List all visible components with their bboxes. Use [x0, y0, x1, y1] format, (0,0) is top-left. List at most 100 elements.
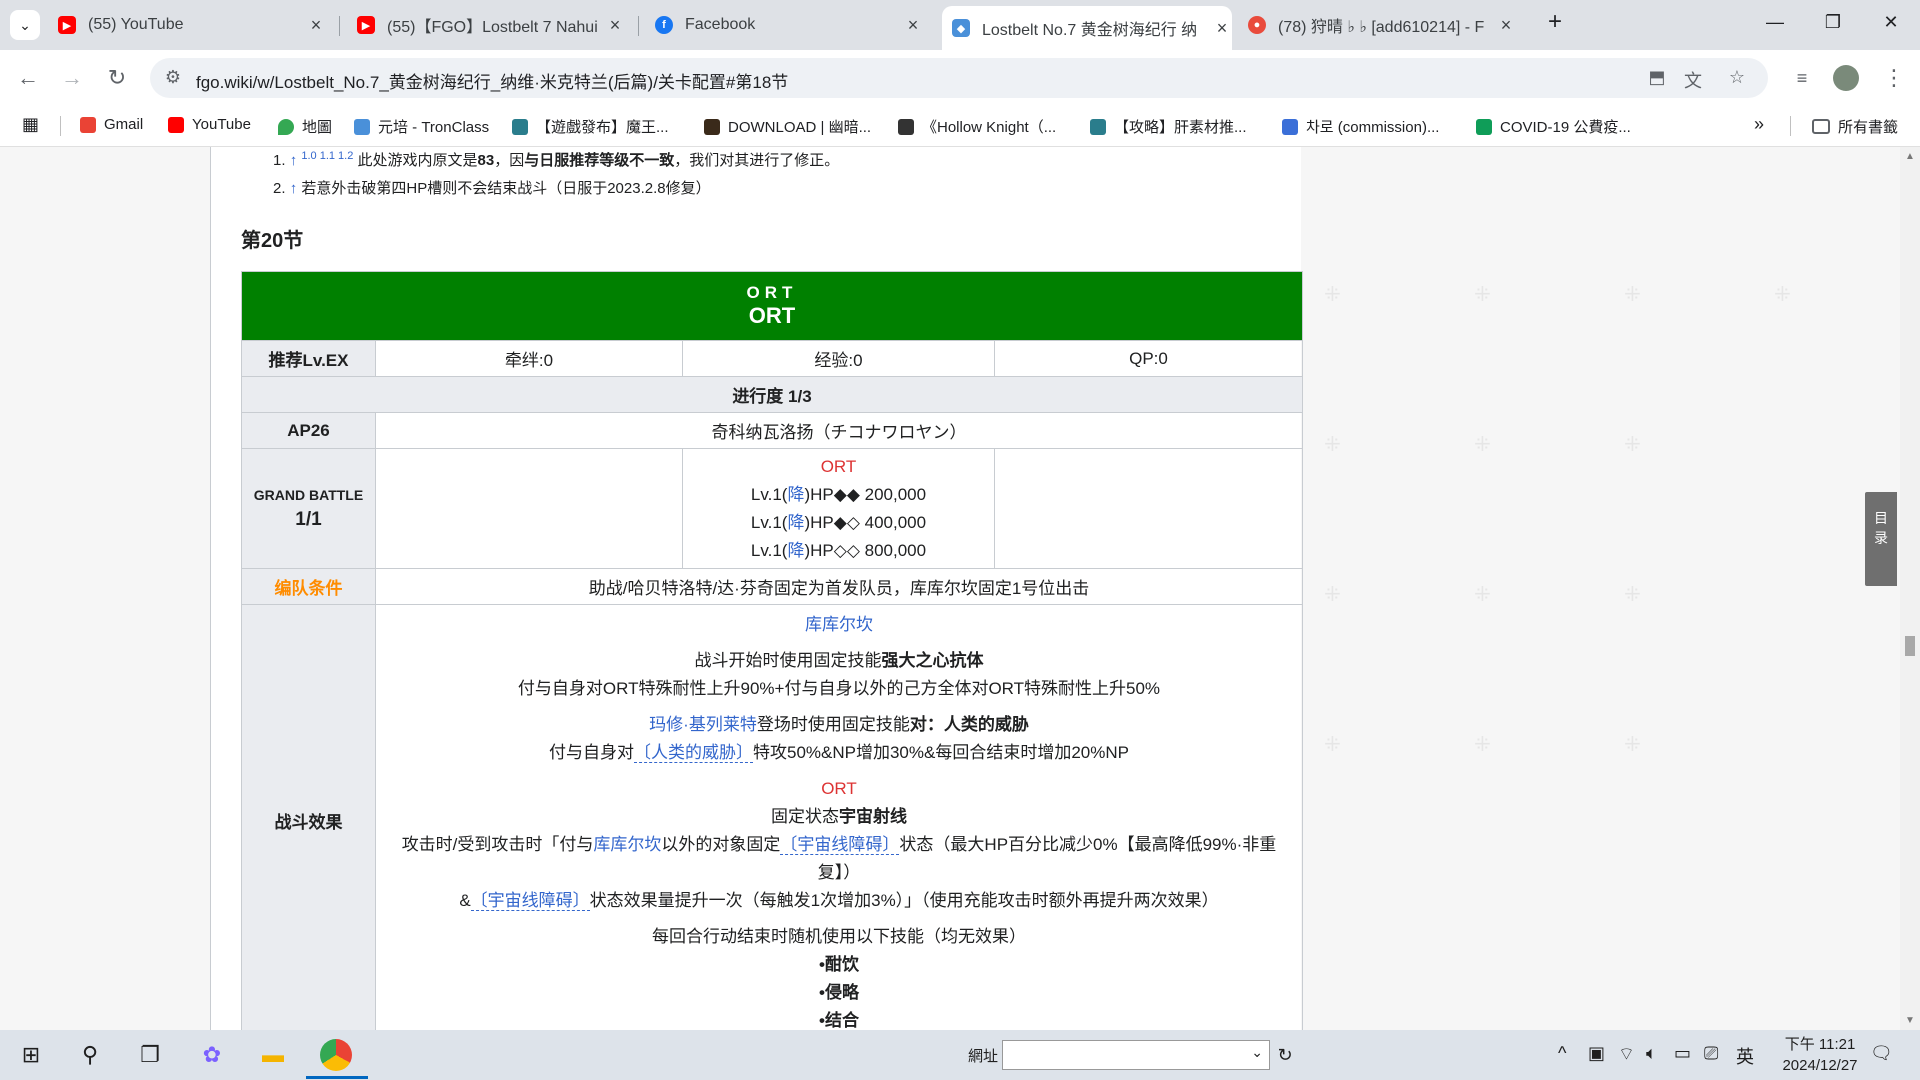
bookmark-label: DOWNLOAD | 幽暗...: [728, 119, 872, 136]
toc-toggle-button[interactable]: 目录: [1865, 492, 1897, 586]
bookmark-label: Gmail: [104, 116, 144, 133]
scrollbar-thumb[interactable]: [1905, 636, 1915, 656]
youtube-icon: [168, 116, 184, 133]
address-go-icon[interactable]: ↻: [1270, 1040, 1300, 1070]
search-icon[interactable]: ⚲: [75, 1040, 105, 1070]
close-tab-icon[interactable]: ×: [306, 15, 326, 36]
ort-name[interactable]: ORT: [376, 775, 1302, 803]
enemy-slot-empty: [375, 448, 683, 569]
site-info-icon[interactable]: ⚙: [162, 67, 184, 89]
bookmark-hollow-knight[interactable]: 《Hollow Knight（...: [898, 116, 1056, 137]
url-text[interactable]: fgo.wiki/w/Lostbelt_No.7_黄金树海纪行_纳维·米克特兰(…: [196, 68, 788, 93]
effect-line: 付与自身对ORT特殊耐性上升90%+付与自身以外的己方全体对ORT特殊耐性上升5…: [517, 679, 1161, 698]
close-tab-icon[interactable]: ×: [1496, 15, 1516, 36]
ime-indicator[interactable]: 英: [1736, 1043, 1754, 1069]
tab-fgo-video[interactable]: ▶ (55)【FGO】Lostbelt 7 Nahui ×: [357, 8, 625, 42]
enemy-name[interactable]: ORT: [683, 453, 994, 481]
bookmark-guide[interactable]: 【攻略】肝素材推...: [1090, 116, 1247, 137]
address-toolbar-input[interactable]: ⌄: [1002, 1040, 1270, 1070]
reload-icon[interactable]: ↻: [103, 64, 131, 92]
effect-line: 攻击时/受到攻击时「付与库库尔坎以外的对象固定〔宇宙线障碍〕状态（最大HP百分比…: [401, 835, 1277, 855]
battle-label: GRAND BATTLE 1/1: [241, 448, 376, 569]
notifications-icon[interactable]: 🗨︎: [1870, 1043, 1893, 1064]
more-bookmarks-icon[interactable]: »: [1754, 114, 1764, 135]
task-view-icon[interactable]: ❐: [135, 1040, 165, 1070]
gmail-icon: [80, 116, 96, 133]
ref-backlink-icon[interactable]: ↑: [290, 152, 298, 169]
qp-value: QP:0: [994, 340, 1303, 377]
youtube-icon: ▶: [357, 16, 375, 34]
new-tab-icon[interactable]: +: [1540, 8, 1570, 36]
class-link[interactable]: 降: [787, 513, 804, 532]
tab-title: (55)【FGO】Lostbelt 7 Nahui: [387, 19, 598, 36]
tronclass-icon: [354, 118, 370, 135]
file-explorer-icon[interactable]: ▬: [258, 1040, 288, 1070]
close-tab-icon[interactable]: ×: [605, 15, 625, 36]
page-scrollbar[interactable]: ▲ ▼: [1900, 147, 1920, 1030]
bookmark-commission[interactable]: 차로 (commission)...: [1282, 116, 1439, 137]
bookmark-tronclass[interactable]: 元培 - TronClass: [354, 116, 489, 137]
bookmark-label: 【攻略】肝素材推...: [1114, 119, 1247, 136]
bookmark-label: 차로 (commission)...: [1306, 119, 1440, 136]
display-icon[interactable]: ▣: [1588, 1043, 1605, 1064]
copilot-icon[interactable]: ✿: [197, 1040, 227, 1070]
class-link[interactable]: 降: [787, 485, 804, 504]
kukulkan-link[interactable]: 库库尔坎: [593, 835, 661, 854]
bookmark-maps[interactable]: 地圖: [278, 116, 332, 137]
volume-icon[interactable]: 🔈︎: [1646, 1043, 1657, 1064]
close-tab-icon[interactable]: ×: [903, 15, 923, 36]
bookmark-label: COVID-19 公費疫...: [1500, 119, 1631, 136]
bookmark-download[interactable]: DOWNLOAD | 幽暗...: [704, 116, 871, 137]
show-hidden-icons[interactable]: ^: [1558, 1043, 1566, 1064]
bookmark-youtube[interactable]: YouTube: [168, 116, 251, 133]
battle-effect-label: 战斗效果: [241, 604, 376, 1030]
toolbar: ← → ↻ ⚙ fgo.wiki/w/Lostbelt_No.7_黄金树海纪行_…: [0, 50, 1920, 106]
install-app-icon[interactable]: ⬒: [1646, 67, 1668, 89]
wiki-icon: ◆: [952, 19, 970, 37]
tab-facebook[interactable]: f Facebook ×: [655, 8, 923, 42]
human-threat-link[interactable]: 〔人类的威胁〕: [634, 743, 753, 763]
maps-pin-icon: [278, 118, 294, 135]
progress-label: 进行度 1/3: [241, 376, 1303, 413]
translate-icon[interactable]: 文: [1682, 67, 1704, 91]
chrome-icon[interactable]: [320, 1039, 352, 1071]
profile-avatar[interactable]: [1833, 65, 1859, 91]
bookmark-game-release[interactable]: 【遊戲發布】魔王...: [512, 116, 669, 137]
close-window-icon[interactable]: ✕: [1876, 12, 1906, 33]
system-clock[interactable]: 下午 11:21 2024/12/27: [1765, 1034, 1875, 1076]
restore-icon[interactable]: ❐: [1818, 12, 1848, 33]
tab-fgo-wiki[interactable]: ◆ Lostbelt No.7 黄金树海纪行 纳 ×: [942, 6, 1232, 50]
toc-label: 目录: [1874, 510, 1888, 546]
minimize-icon[interactable]: —: [1760, 12, 1790, 33]
forward-icon[interactable]: →: [58, 64, 86, 92]
cosmic-ray-link[interactable]: 〔宇宙线障碍〕: [780, 835, 900, 855]
apps-icon[interactable]: ▦: [22, 114, 39, 135]
windows-start-icon[interactable]: ⊞: [16, 1040, 46, 1070]
wifi-icon[interactable]: ⌔: [1618, 1043, 1635, 1066]
meet-now-icon[interactable]: ⎚: [1704, 1043, 1718, 1064]
media-control-icon[interactable]: ≡: [1788, 64, 1816, 92]
back-icon[interactable]: ←: [14, 64, 42, 92]
mash-link[interactable]: 玛修·基列莱特: [649, 715, 757, 734]
battle-count: 1/1: [295, 508, 322, 530]
bookmark-star-icon[interactable]: ☆: [1726, 67, 1748, 89]
effect-line: 固定状态宇宙射线: [771, 807, 907, 826]
class-link[interactable]: 降: [787, 541, 804, 560]
enemy-header: ORT ORT: [241, 271, 1303, 341]
bookmark-covid[interactable]: COVID-19 公費疫...: [1476, 116, 1631, 137]
menu-icon[interactable]: ⋮: [1880, 64, 1908, 92]
tab-youtube[interactable]: ▶ (55) YouTube ×: [58, 8, 326, 42]
youtube-icon: ▶: [58, 16, 76, 34]
tab-other-site[interactable]: ● (78) 狩晴 ♭ ♭ [add610214] - F ×: [1248, 8, 1516, 42]
address-bar[interactable]: ⚙ fgo.wiki/w/Lostbelt_No.7_黄金树海纪行_纳维·米克特…: [150, 58, 1768, 98]
battery-icon[interactable]: ▭: [1674, 1043, 1691, 1064]
ref-backlink-icon[interactable]: ↑: [290, 180, 298, 197]
close-tab-icon[interactable]: ×: [1212, 18, 1232, 39]
clock-date: 2024/12/27: [1782, 1057, 1858, 1074]
ref-backlinks[interactable]: 1.0 1.1 1.2: [301, 150, 353, 162]
kukulkan-link[interactable]: 库库尔坎: [376, 611, 1302, 639]
tab-search-button[interactable]: ⌄: [10, 10, 40, 40]
cosmic-ray-link[interactable]: 〔宇宙线障碍〕: [470, 891, 590, 911]
all-bookmarks-button[interactable]: 所有書籤: [1812, 116, 1898, 137]
bookmark-gmail[interactable]: Gmail: [80, 116, 143, 133]
